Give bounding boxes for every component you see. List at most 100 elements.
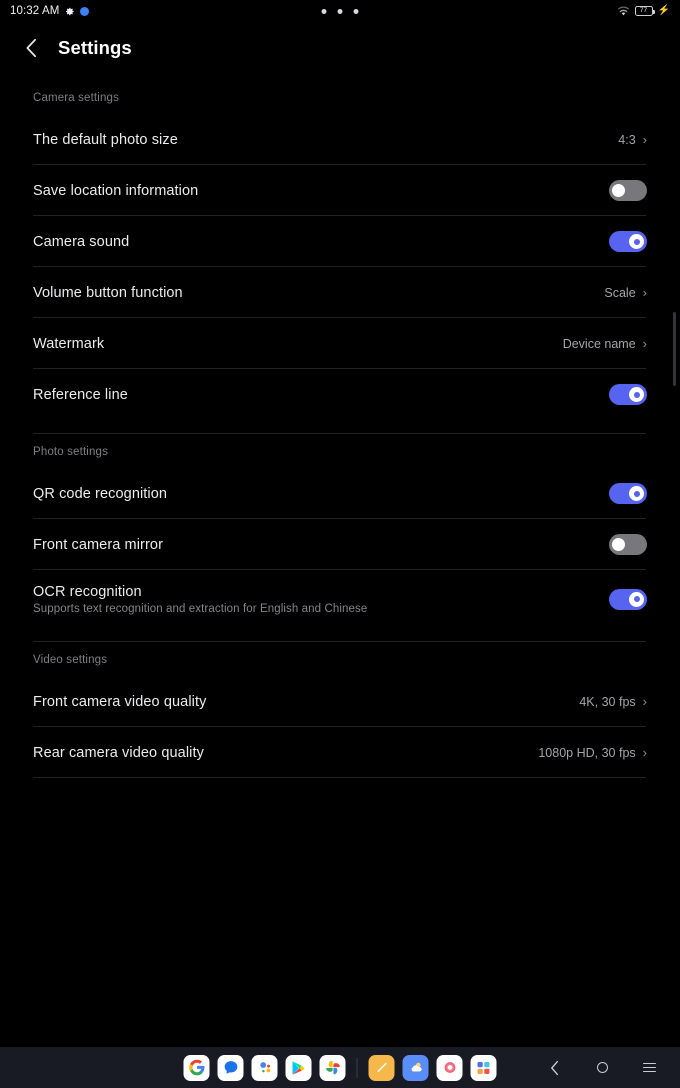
cutout-dot [321,8,327,14]
row-camera-sound[interactable]: Camera sound [0,216,680,267]
row-left: Front camera mirror [33,537,163,553]
row-left: Watermark [33,336,104,352]
row-title: Front camera mirror [33,536,163,553]
row-default-photo-size[interactable]: The default photo size 4:3 › [0,114,680,165]
toggle-reference-line[interactable] [609,384,647,405]
toggle-qr-code-recognition[interactable] [609,483,647,504]
gear-icon [66,7,75,15]
gallery-icon[interactable] [436,1054,463,1081]
toggle-knob [629,591,644,607]
row-right: 1080p HD, 30 fps › [538,746,647,760]
row-front-camera-video-quality[interactable]: Front camera video quality 4K, 30 fps › [0,676,680,727]
row-rear-camera-video-quality[interactable]: Rear camera video quality 1080p HD, 30 f… [0,727,680,778]
row-ocr-recognition[interactable]: OCR recognition Supports text recognitio… [0,570,680,628]
row-right: 4K, 30 fps › [579,695,647,709]
messages-icon[interactable] [217,1054,244,1081]
row-front-camera-mirror[interactable]: Front camera mirror [0,519,680,570]
toggle-knob [629,387,644,402]
page-title: Settings [58,37,132,58]
nav-back-button[interactable] [546,1059,564,1077]
toggle-camera-sound[interactable] [609,231,647,252]
row-title: QR code recognition [33,485,168,502]
chevron-right-icon: › [642,694,647,709]
camera-cutout-dots [321,8,359,14]
weather-icon[interactable] [402,1054,429,1081]
row-title: OCR recognition [33,583,142,600]
google-photos-icon[interactable] [319,1054,346,1081]
row-left: Camera sound [33,234,129,250]
blue-dot-icon [80,6,90,16]
back-button[interactable] [18,35,44,61]
row-left: Reference line [33,387,128,403]
row-title: Save location information [33,182,199,199]
dock-app-list [183,1054,497,1081]
row-title: Camera sound [33,233,130,250]
toggle-knob [629,486,644,501]
nav-recents-icon [642,1062,656,1073]
row-left: The default photo size [33,132,178,148]
play-store-icon[interactable] [285,1054,312,1081]
wifi-icon [617,6,629,15]
row-left: Rear camera video quality [33,745,204,761]
row-title: Reference line [33,386,128,403]
nav-home-icon [596,1062,608,1073]
cutout-dot [353,8,359,14]
back-chevron-icon [26,38,36,58]
section-label-video-settings: Video settings [33,654,108,666]
google-contacts-icon[interactable] [251,1054,278,1081]
page-header: Settings [0,30,680,66]
toggle-knob [612,184,625,197]
row-right: Device name › [563,337,647,351]
app-drawer-icon[interactable] [470,1054,497,1081]
row-value: Device name [562,336,636,351]
section-label-camera-settings: Camera settings [33,92,119,104]
battery-indicator: 77 [634,6,655,16]
row-watermark[interactable]: Watermark Device name › [0,318,680,369]
status-bar-right: 77 ⚡ [617,6,670,17]
battery-percent: 77 [639,6,648,14]
toggle-knob [612,538,625,551]
settings-list: Camera settings The default photo size 4… [0,80,680,778]
row-title: Front camera video quality [33,693,207,710]
nav-recents-button[interactable] [640,1059,658,1077]
row-value: 4K, 30 fps [579,694,636,709]
row-left: Volume button function [33,285,183,301]
row-divider [33,777,646,778]
scrollbar-thumb[interactable] [673,312,676,386]
row-value: Scale [604,285,636,300]
device-screen: 10:32 AM 77 ⚡ Settings Camera settings T… [0,0,680,1088]
status-time: 10:32 AM [10,5,60,17]
row-save-location-information[interactable]: Save location information [0,165,680,216]
charging-bolt-icon: ⚡ [657,5,670,16]
row-title: Watermark [33,335,105,352]
row-left: Front camera video quality [33,694,206,710]
toggle-front-camera-mirror[interactable] [609,534,647,555]
cutout-dot [337,8,343,14]
toggle-knob [629,234,644,249]
navigation-buttons [546,1059,658,1077]
row-title: Rear camera video quality [33,744,204,761]
toggle-ocr-recognition[interactable] [609,588,647,610]
chevron-right-icon: › [642,132,647,147]
row-title: The default photo size [33,131,178,148]
google-search-icon[interactable] [183,1054,210,1081]
taskbar [0,1047,680,1088]
toggle-save-location-information[interactable] [609,180,647,201]
chevron-right-icon: › [642,336,647,351]
row-left: Save location information [33,183,198,199]
row-volume-button-function[interactable]: Volume button function Scale › [0,267,680,318]
row-value: 1080p HD, 30 fps [538,745,636,760]
nav-back-icon [551,1060,559,1075]
section-label-photo-settings: Photo settings [33,446,108,458]
row-value: 4:3 [618,132,636,147]
notes-icon[interactable] [368,1054,395,1081]
row-right: Scale › [604,286,647,300]
row-title: Volume button function [33,284,183,301]
row-subtitle: Supports text recognition and extraction… [33,602,368,615]
row-reference-line[interactable]: Reference line [0,369,680,420]
status-bar-left: 10:32 AM [10,5,90,17]
dock-divider [356,1057,358,1078]
row-qr-code-recognition[interactable]: QR code recognition [0,468,680,519]
nav-home-button[interactable] [593,1059,611,1077]
chevron-right-icon: › [642,745,647,760]
